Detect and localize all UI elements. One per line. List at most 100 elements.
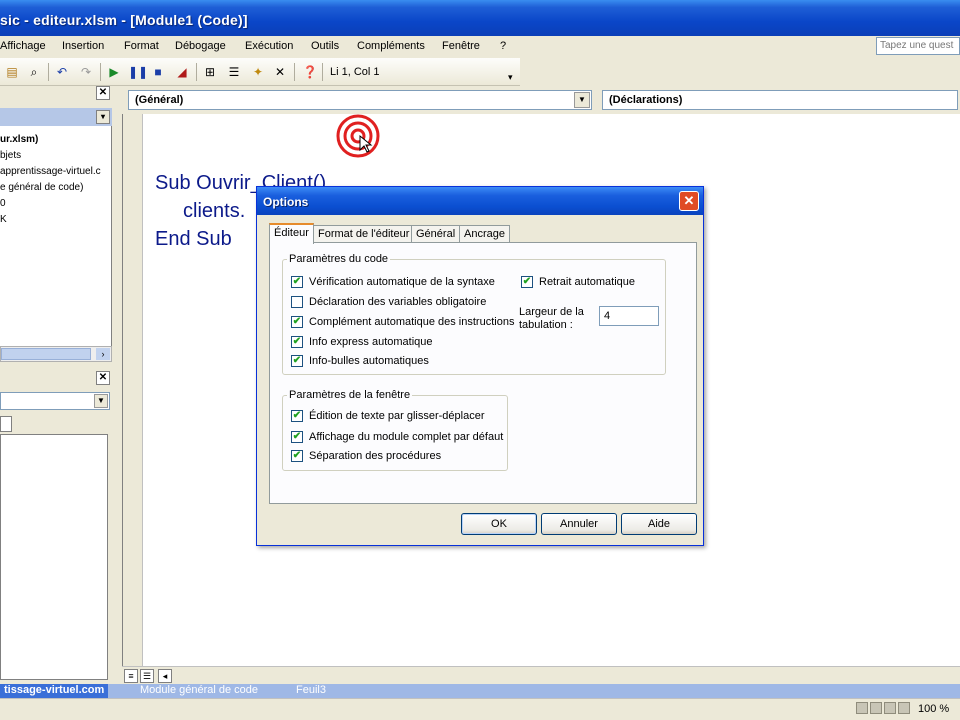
procedure-select[interactable]: (Déclarations) bbox=[602, 90, 958, 110]
dialog-title: Options bbox=[263, 195, 309, 209]
tab-ancrage[interactable]: Ancrage bbox=[459, 225, 510, 243]
checkbox-box[interactable]: ✔ bbox=[291, 450, 303, 462]
checkbox-box[interactable]: ✔ bbox=[291, 276, 303, 288]
tab-sheet[interactable]: Feuil3 bbox=[292, 684, 330, 698]
properties-grid bbox=[0, 434, 108, 680]
view-buttons[interactable] bbox=[856, 702, 912, 716]
procedure-view-icon[interactable]: ≡ bbox=[124, 669, 138, 683]
stop-icon[interactable]: ■ bbox=[150, 64, 166, 80]
tab-width-label: tabulation : bbox=[519, 319, 573, 331]
editor-bottom-bar: ≡ ☰ ◂ bbox=[122, 666, 960, 684]
chevron-down-icon[interactable]: ▼ bbox=[574, 92, 590, 108]
tree-item-objects[interactable]: bjets bbox=[0, 150, 21, 161]
menu-format[interactable]: Format bbox=[124, 40, 159, 52]
checkbox-box[interactable] bbox=[291, 296, 303, 308]
code-combos: (Général) ▼ (Déclarations) bbox=[122, 86, 960, 114]
close-icon[interactable]: ✕ bbox=[679, 191, 699, 211]
menu-insertion[interactable]: Insertion bbox=[62, 40, 104, 52]
project-tree: ur.xlsm) bjets apprentissage-virtuel.c e… bbox=[0, 126, 112, 346]
properties-icon[interactable]: ☰ bbox=[226, 64, 242, 80]
tree-item-workbook[interactable]: apprentissage-virtuel.c bbox=[0, 166, 101, 177]
tab-general[interactable]: Général bbox=[411, 225, 461, 243]
checkbox-label: Vérification automatique de la syntaxe bbox=[309, 276, 495, 288]
status-bar: 100 % bbox=[0, 698, 960, 720]
close-project-explorer-icon[interactable]: ✕ bbox=[96, 86, 110, 100]
zoom-level[interactable]: 100 % bbox=[918, 703, 949, 715]
help-button[interactable]: Aide bbox=[621, 513, 697, 535]
checkbox-box[interactable]: ✔ bbox=[291, 316, 303, 328]
run-icon[interactable]: ▶ bbox=[106, 64, 122, 80]
undo-icon[interactable]: ↶ bbox=[54, 64, 70, 80]
tab-editeur[interactable]: Éditeur bbox=[269, 223, 314, 244]
group-label: Paramètres du code bbox=[287, 253, 391, 265]
paste-icon[interactable]: ▤ bbox=[4, 64, 20, 80]
options-dialog: Options ✕ Éditeur Format de l'éditeur Gé… bbox=[256, 186, 704, 546]
menu-affichage[interactable]: Affichage bbox=[0, 40, 46, 52]
checkbox-label: Édition de texte par glisser-déplacer bbox=[309, 410, 485, 422]
project-explorer-icon[interactable]: ⊞ bbox=[202, 64, 218, 80]
help-search-input[interactable]: Tapez une quest bbox=[876, 37, 960, 55]
properties-tab[interactable] bbox=[0, 416, 12, 432]
checkbox-box[interactable]: ✔ bbox=[291, 410, 303, 422]
menu-help[interactable]: ? bbox=[500, 40, 506, 52]
tab-width-input[interactable]: 4 bbox=[599, 306, 659, 326]
find-icon[interactable]: ⌕ bbox=[26, 64, 42, 80]
object-select-value: (Général) bbox=[135, 94, 184, 106]
chevron-down-icon[interactable]: ▼ bbox=[94, 394, 108, 408]
menu-bar: Affichage Insertion Format Débogage Exéc… bbox=[0, 36, 960, 58]
window-settings-group: Paramètres de la fenêtre ✔ Édition de te… bbox=[282, 389, 508, 471]
code-line[interactable]: End Sub bbox=[155, 228, 232, 251]
tree-item-project[interactable]: ur.xlsm) bbox=[0, 134, 38, 145]
design-mode-icon[interactable]: ◢ bbox=[174, 64, 190, 80]
pause-icon[interactable]: ❚❚ bbox=[128, 64, 148, 80]
tab-module[interactable]: Module général de code bbox=[136, 684, 262, 698]
project-hscrollbar[interactable]: › bbox=[0, 346, 112, 362]
close-properties-icon[interactable]: ✕ bbox=[96, 371, 110, 385]
code-line[interactable]: clients. bbox=[183, 200, 245, 223]
object-select[interactable]: (Général) ▼ bbox=[128, 90, 592, 110]
menu-outils[interactable]: Outils bbox=[311, 40, 339, 52]
ok-button[interactable]: OK bbox=[461, 513, 537, 535]
group-label: Paramètres de la fenêtre bbox=[287, 389, 413, 401]
tree-item-node[interactable]: K bbox=[0, 214, 7, 225]
object-browser-icon[interactable]: ✦ bbox=[250, 64, 266, 80]
help-icon[interactable]: ❓ bbox=[302, 64, 318, 80]
properties-object-select[interactable]: ▼ bbox=[0, 392, 110, 410]
left-pane: ✕ ▾ ur.xlsm) bjets apprentissage-virtuel… bbox=[0, 86, 118, 686]
tab-format-editeur[interactable]: Format de l'éditeur bbox=[313, 225, 415, 243]
checkbox-box[interactable]: ✔ bbox=[291, 336, 303, 348]
toolbar-empty-area bbox=[520, 58, 960, 86]
checkbox-box[interactable]: ✔ bbox=[291, 355, 303, 367]
toolbar-separator bbox=[196, 63, 197, 81]
scroll-right-icon[interactable]: › bbox=[96, 348, 110, 360]
toolbar-separator bbox=[48, 63, 49, 81]
menu-complements[interactable]: Compléments bbox=[357, 40, 425, 52]
window-tabs: tissage-virtuel.com Module général de co… bbox=[0, 684, 960, 698]
scroll-thumb[interactable] bbox=[1, 348, 91, 360]
scroll-left-icon[interactable]: ◂ bbox=[158, 669, 172, 683]
tab-width-label: Largeur de la bbox=[519, 306, 584, 318]
tree-item-module[interactable]: e général de code) bbox=[0, 182, 83, 193]
cursor-position: Li 1, Col 1 bbox=[330, 66, 380, 78]
checkbox-box[interactable]: ✔ bbox=[291, 431, 303, 443]
toolbar-separator bbox=[100, 63, 101, 81]
full-module-view-icon[interactable]: ☰ bbox=[140, 669, 154, 683]
tree-item-node[interactable]: 0 bbox=[0, 198, 6, 209]
toolbar-options-icon[interactable]: ▾ bbox=[508, 72, 513, 83]
menu-execution[interactable]: Exécution bbox=[245, 40, 293, 52]
redo-icon[interactable]: ↷ bbox=[78, 64, 94, 80]
margin-indicator-bar bbox=[123, 114, 143, 666]
cancel-button[interactable]: Annuler bbox=[541, 513, 617, 535]
checkbox-label: Déclaration des variables obligatoire bbox=[309, 296, 487, 308]
toolbox-icon[interactable]: ✕ bbox=[272, 64, 288, 80]
menu-fenetre[interactable]: Fenêtre bbox=[442, 40, 480, 52]
checkbox-label: Séparation des procédures bbox=[309, 450, 442, 462]
code-settings-group: Paramètres du code ✔ Vérification automa… bbox=[282, 253, 666, 375]
checkbox-box[interactable]: ✔ bbox=[521, 276, 533, 288]
checkbox-label: Retrait automatique bbox=[539, 276, 635, 288]
click-target-icon bbox=[336, 114, 380, 158]
toggle-folders-icon[interactable]: ▾ bbox=[96, 110, 110, 124]
menu-debogage[interactable]: Débogage bbox=[175, 40, 226, 52]
tab-website[interactable]: tissage-virtuel.com bbox=[0, 684, 109, 698]
toolbar-separator bbox=[322, 63, 323, 81]
